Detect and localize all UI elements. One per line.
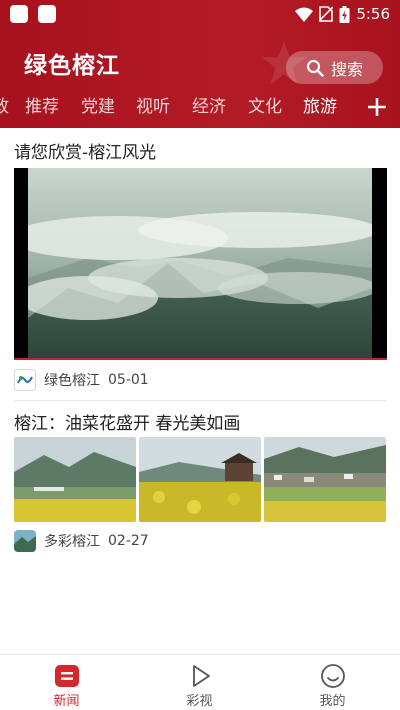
nav-news[interactable]: 新闻 — [0, 655, 133, 710]
article-title[interactable]: 榕江：油菜花盛开 春光美如画 — [14, 409, 240, 434]
nav-label: 我的 — [319, 694, 346, 709]
publish-date: 05-01 — [108, 372, 149, 388]
tab-economy[interactable]: 经济 — [192, 92, 226, 122]
article-image[interactable] — [14, 437, 136, 522]
app-header: 5:56 绿色榕江 搜索 政 推荐 党建 视听 经济 文化 旅游 — [0, 0, 400, 128]
video-player[interactable] — [14, 168, 387, 360]
tab-culture[interactable]: 文化 — [248, 92, 282, 122]
tab-tourism[interactable]: 旅游 — [303, 92, 337, 122]
search-button[interactable]: 搜索 — [286, 51, 383, 84]
bottom-navigation: 新闻 彩视 我的 — [0, 654, 400, 710]
clock-time: 5:56 — [356, 5, 390, 23]
notification-app-icon — [38, 5, 56, 23]
article-source-row: 多彩榕江 02-27 — [14, 530, 149, 552]
tab-audiovisual[interactable]: 视听 — [136, 92, 170, 122]
article-image[interactable] — [264, 437, 386, 522]
source-logo-icon — [14, 530, 36, 552]
source-name: 绿色榕江 — [44, 373, 100, 389]
news-icon — [54, 665, 79, 687]
battery-charging-icon — [339, 5, 350, 23]
nav-label: 彩视 — [186, 694, 213, 709]
source-name: 多彩榕江 — [44, 534, 100, 550]
nav-label: 新闻 — [53, 694, 80, 709]
tab-party-building[interactable]: 党建 — [81, 92, 115, 122]
smiley-profile-icon — [320, 664, 345, 688]
news-app-screen: 5:56 绿色榕江 搜索 政 推荐 党建 视听 经济 文化 旅游 请您欣赏-榕江… — [0, 0, 400, 710]
wifi-icon — [295, 7, 314, 22]
village-fields-image — [264, 437, 386, 522]
video-thumbnail — [28, 168, 372, 360]
publish-date: 02-27 — [108, 533, 149, 549]
source-logo — [14, 369, 36, 391]
status-bar: 5:56 — [0, 0, 400, 28]
search-icon — [306, 59, 324, 77]
tab-partial[interactable]: 政 — [0, 92, 9, 122]
nav-profile[interactable]: 我的 — [266, 655, 399, 710]
rapeseed-village-image — [139, 437, 261, 522]
notification-app-icon — [10, 5, 28, 23]
article-title[interactable]: 请您欣赏-榕江风光 — [14, 138, 156, 163]
divider — [14, 400, 387, 401]
rapeseed-landscape-image — [14, 437, 136, 522]
play-icon — [192, 665, 210, 687]
channel-tabs: 政 推荐 党建 视听 经济 文化 旅游 — [0, 92, 360, 122]
article-image[interactable] — [139, 437, 261, 522]
article-source-row: 绿色榕江 05-01 — [14, 369, 149, 391]
no-sim-icon — [319, 6, 334, 22]
source-logo-icon — [17, 376, 33, 384]
tab-recommend[interactable]: 推荐 — [25, 92, 59, 122]
video-progress-bar — [14, 358, 387, 360]
nav-video[interactable]: 彩视 — [133, 655, 266, 710]
search-label: 搜索 — [330, 59, 363, 79]
source-logo — [14, 530, 36, 552]
add-channel-icon[interactable] — [364, 94, 390, 120]
app-title: 绿色榕江 — [24, 53, 120, 79]
